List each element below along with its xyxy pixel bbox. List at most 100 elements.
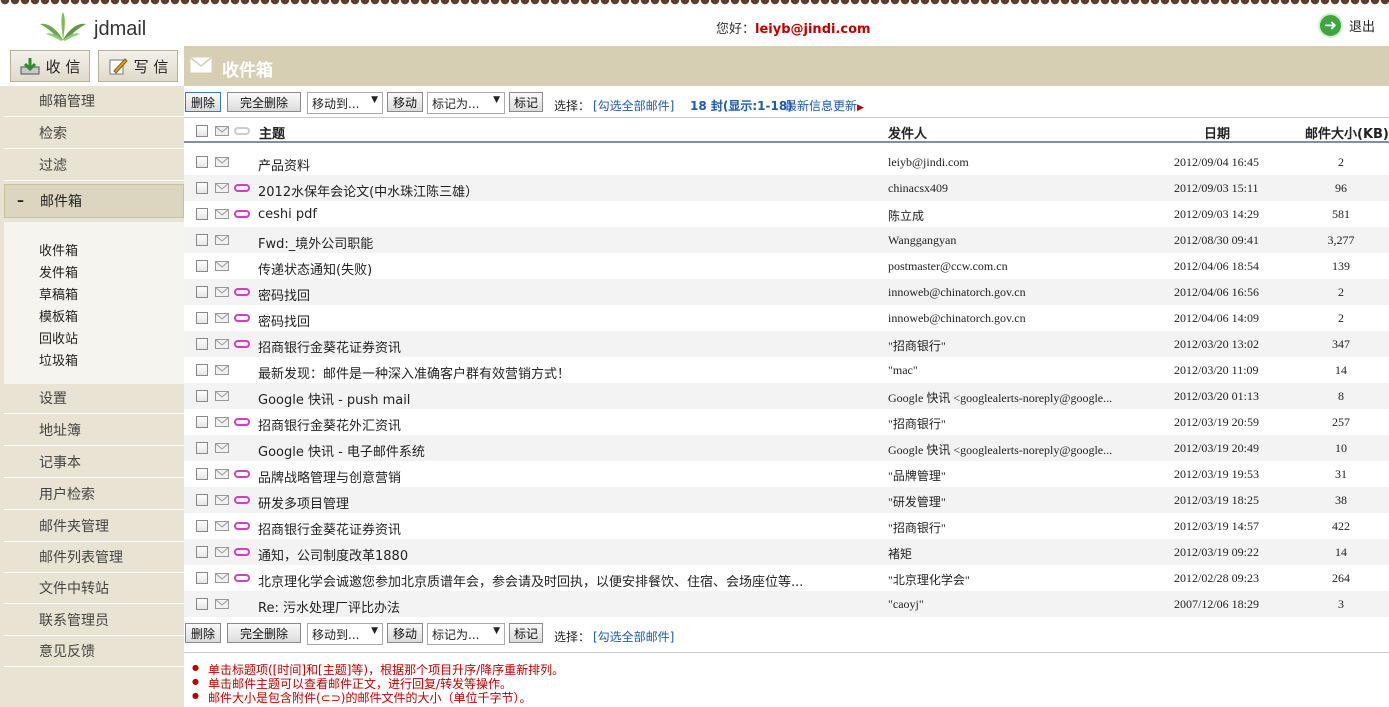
nav-mailing-list[interactable]: 邮件列表管理	[4, 542, 184, 573]
row-checkbox[interactable]	[196, 234, 208, 246]
nav-address-book[interactable]: 地址簿	[4, 415, 184, 446]
row-checkbox[interactable]	[196, 286, 208, 298]
row-checkbox[interactable]	[196, 208, 208, 220]
table-row[interactable]: Re: 污水处理厂评比办法 "caoyj" 2007/12/06 18:29 3	[184, 591, 1389, 617]
compose-mail-button[interactable]: 写 信	[98, 50, 178, 82]
table-row[interactable]: 密码找回 innoweb@chinatorch.gov.cn 2012/04/06 …	[184, 305, 1389, 331]
mail-subject[interactable]: 最新发现：邮件是一种深入准确客户群有效营销方式！	[258, 363, 878, 382]
folder-drafts[interactable]: 草稿箱	[39, 284, 78, 303]
mail-subject[interactable]: Re: 污水处理厂评比办法	[258, 597, 878, 616]
select-all-link[interactable]: [勾选全部邮件]	[593, 97, 674, 114]
mail-subject[interactable]: 产品资料	[258, 155, 878, 174]
mail-subject[interactable]: Google 快讯 - 电子邮件系统	[258, 441, 878, 460]
mail-subject[interactable]: 2012水保年会论文(中水珠江陈三雄）	[258, 181, 878, 200]
row-checkbox[interactable]	[196, 494, 208, 506]
collapse-icon: –	[17, 193, 24, 209]
row-checkbox[interactable]	[196, 312, 208, 324]
nav-settings[interactable]: 设置	[4, 383, 184, 414]
receive-mail-button[interactable]: 收 信	[10, 50, 90, 82]
delete-button[interactable]: 删除	[185, 623, 221, 643]
select-all-link[interactable]: [勾选全部邮件]	[593, 628, 674, 645]
move-button[interactable]: 移动	[387, 92, 423, 112]
nav-mail-folders[interactable]: – 邮件箱	[4, 184, 184, 218]
row-checkbox[interactable]	[196, 156, 208, 168]
folder-spam[interactable]: 垃圾箱	[39, 350, 78, 369]
nav-folder-management[interactable]: 邮件夹管理	[4, 511, 184, 542]
mail-subject[interactable]: 通知，公司制度改革1880	[258, 545, 878, 564]
folder-trash[interactable]: 回收站	[39, 328, 78, 347]
table-row[interactable]: Google 快讯 - 电子邮件系统 Google 快讯 <googlealert…	[184, 435, 1389, 461]
table-row[interactable]: 最新发现：邮件是一种深入准确客户群有效营销方式！ "mac" 2012/03/20 …	[184, 357, 1389, 383]
mark-button[interactable]: 标记	[509, 623, 543, 643]
mail-subject[interactable]: 研发多项目管理	[258, 493, 878, 512]
mail-subject[interactable]: 招商银行金葵花证券资讯	[258, 337, 878, 356]
row-checkbox[interactable]	[196, 390, 208, 402]
logout-label: 退出	[1349, 19, 1376, 35]
refresh-link[interactable]: 最新信息更新▶	[785, 97, 864, 114]
table-row[interactable]: 北京理化学会诚邀您参加北京质谱年会，参会请及时回执，以便安排餐饮、住宿、会场座位…	[184, 565, 1389, 591]
table-row[interactable]: 研发多项目管理 "研发管理" 2012/03/19 18:25 38	[184, 487, 1389, 513]
nav-user-search[interactable]: 用户检索	[4, 479, 184, 510]
column-date[interactable]: 日期	[1204, 123, 1230, 142]
nav-filter[interactable]: 过滤	[4, 150, 184, 181]
row-checkbox[interactable]	[196, 260, 208, 272]
folder-sent[interactable]: 发件箱	[39, 262, 78, 281]
table-row[interactable]: 品牌战略管理与创意营销 "品牌管理" 2012/03/19 19:53 31	[184, 461, 1389, 487]
mark-as-select[interactable]: 标记为... ▼	[427, 623, 505, 645]
table-row[interactable]: Google 快讯 - push mail Google 快讯 <googleal…	[184, 383, 1389, 409]
nav-mailbox-management[interactable]: 邮箱管理	[4, 86, 184, 117]
mail-subject[interactable]: ceshi pdf	[258, 207, 878, 222]
row-checkbox[interactable]	[196, 468, 208, 480]
row-checkbox[interactable]	[196, 520, 208, 532]
move-to-select[interactable]: 移动到... ▼	[307, 623, 383, 645]
folder-templates[interactable]: 模板箱	[39, 306, 78, 325]
table-row[interactable]: 2012水保年会论文(中水珠江陈三雄） chinacsx409 2012/09/03…	[184, 175, 1389, 201]
mail-subject[interactable]: 传递状态通知(失败)	[258, 259, 878, 278]
row-checkbox[interactable]	[196, 416, 208, 428]
select-all-checkbox[interactable]	[196, 125, 208, 137]
row-checkbox[interactable]	[196, 442, 208, 454]
folder-inbox[interactable]: 收件箱	[39, 240, 78, 259]
mail-subject[interactable]: Fwd:_境外公司职能	[258, 233, 878, 252]
nav-search[interactable]: 检索	[4, 118, 184, 149]
row-checkbox[interactable]	[196, 572, 208, 584]
table-row[interactable]: 招商银行金葵花外汇资讯 "招商银行" 2012/03/19 20:59 257	[184, 409, 1389, 435]
delete-button[interactable]: 删除	[185, 92, 221, 112]
nav-label: 用户检索	[39, 487, 95, 503]
table-row[interactable]: 产品资料 leiyb@jindi.com 2012/09/04 16:45 2	[184, 149, 1389, 175]
nav-feedback[interactable]: 意见反馈	[4, 636, 184, 667]
row-checkbox[interactable]	[196, 546, 208, 558]
table-row[interactable]: 传递状态通知(失败) postmaster@ccw.com.cn 2012/04/0…	[184, 253, 1389, 279]
table-row[interactable]: Fwd:_境外公司职能 Wanggangyan 2012/08/30 09:41 3,…	[184, 227, 1389, 253]
table-row[interactable]: ceshi pdf 陈立成 2012/09/03 14:29 581	[184, 201, 1389, 227]
mark-button[interactable]: 标记	[509, 92, 543, 112]
nav-contact-admin[interactable]: 联系管理员	[4, 605, 184, 636]
row-checkbox[interactable]	[196, 364, 208, 376]
row-checkbox[interactable]	[196, 598, 208, 610]
table-row[interactable]: 通知，公司制度改革1880 褚矩 2012/03/19 09:22 14	[184, 539, 1389, 565]
move-to-select[interactable]: 移动到... ▼	[307, 92, 383, 114]
mark-as-select[interactable]: 标记为... ▼	[427, 92, 505, 114]
row-checkbox[interactable]	[196, 182, 208, 194]
column-subject[interactable]: 主题	[259, 123, 285, 142]
logout-button[interactable]: ➜ 退出	[1318, 12, 1375, 38]
mail-subject[interactable]: 密码找回	[258, 311, 878, 330]
nav-file-transfer[interactable]: 文件中转站	[4, 573, 184, 604]
mail-subject[interactable]: 品牌战略管理与创意营销	[258, 467, 878, 486]
table-row[interactable]: 密码找回 innoweb@chinatorch.gov.cn 2012/04/06 …	[184, 279, 1389, 305]
mail-subject[interactable]: 密码找回	[258, 285, 878, 304]
move-button[interactable]: 移动	[387, 623, 423, 643]
row-checkbox[interactable]	[196, 338, 208, 350]
table-row[interactable]: 招商银行金葵花证券资讯 "招商银行" 2012/03/19 14:57 422	[184, 513, 1389, 539]
column-size[interactable]: 邮件大小(KB)	[1305, 123, 1389, 142]
refresh-label: 最新信息更新	[785, 99, 858, 113]
table-row[interactable]: 招商银行金葵花证券资讯 "招商银行" 2012/03/20 13:02 347	[184, 331, 1389, 357]
mail-subject[interactable]: 北京理化学会诚邀您参加北京质谱年会，参会请及时回执，以便安排餐饮、住宿、会场座位…	[258, 571, 878, 590]
delete-permanent-button[interactable]: 完全删除	[227, 92, 301, 112]
nav-notepad[interactable]: 记事本	[4, 447, 184, 478]
column-sender[interactable]: 发件人	[888, 123, 927, 142]
mail-subject[interactable]: 招商银行金葵花证券资讯	[258, 519, 878, 538]
mail-subject[interactable]: 招商银行金葵花外汇资讯	[258, 415, 878, 434]
delete-permanent-button[interactable]: 完全删除	[227, 623, 301, 643]
mail-subject[interactable]: Google 快讯 - push mail	[258, 389, 878, 408]
